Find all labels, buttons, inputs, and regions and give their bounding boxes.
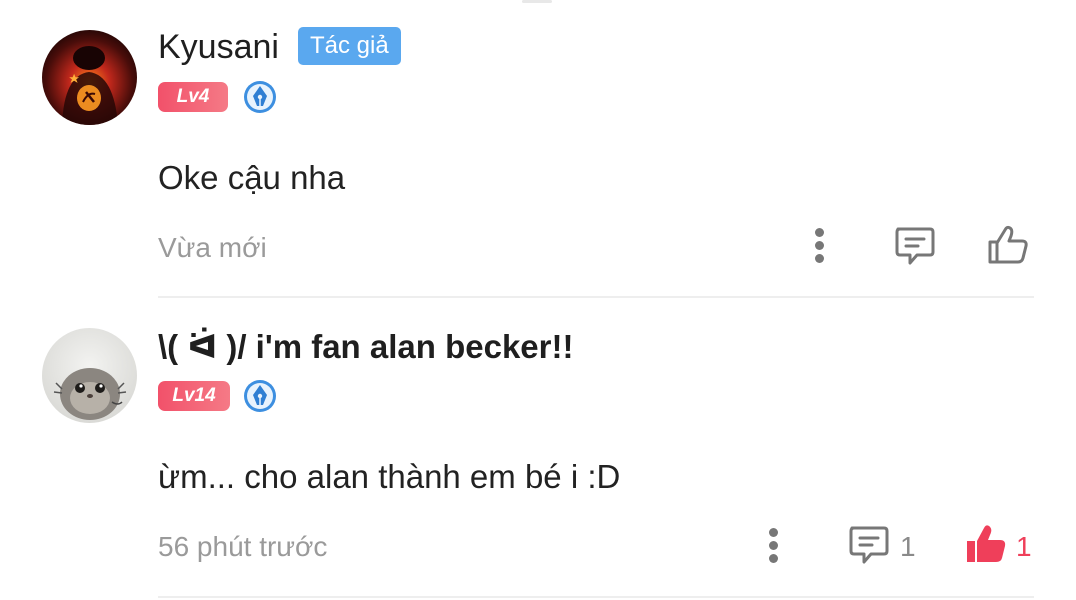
like-button[interactable] — [963, 521, 1009, 565]
pen-nib-badge-icon — [242, 378, 278, 414]
thumbs-up-icon — [967, 525, 1006, 562]
hamster-avatar-icon — [42, 328, 137, 423]
divider — [158, 596, 1034, 598]
avatar[interactable] — [42, 328, 137, 423]
username[interactable]: \( ᐛ )/ i'm fan alan becker!! — [158, 327, 573, 367]
timestamp: 56 phút trước — [158, 531, 328, 562]
more-vertical-icon[interactable] — [764, 526, 784, 566]
comment-icon — [849, 526, 889, 564]
comment-text: ừm... cho alan thành em bé i :D — [158, 458, 621, 495]
comment-item-2: \( ᐛ )/ i'm fan alan becker!! Lv14 ừm...… — [0, 0, 1076, 600]
level-badge: Lv14 — [158, 381, 230, 411]
reply-count: 1 — [900, 531, 916, 562]
reply-button[interactable] — [846, 523, 892, 567]
like-count: 1 — [1016, 531, 1032, 562]
